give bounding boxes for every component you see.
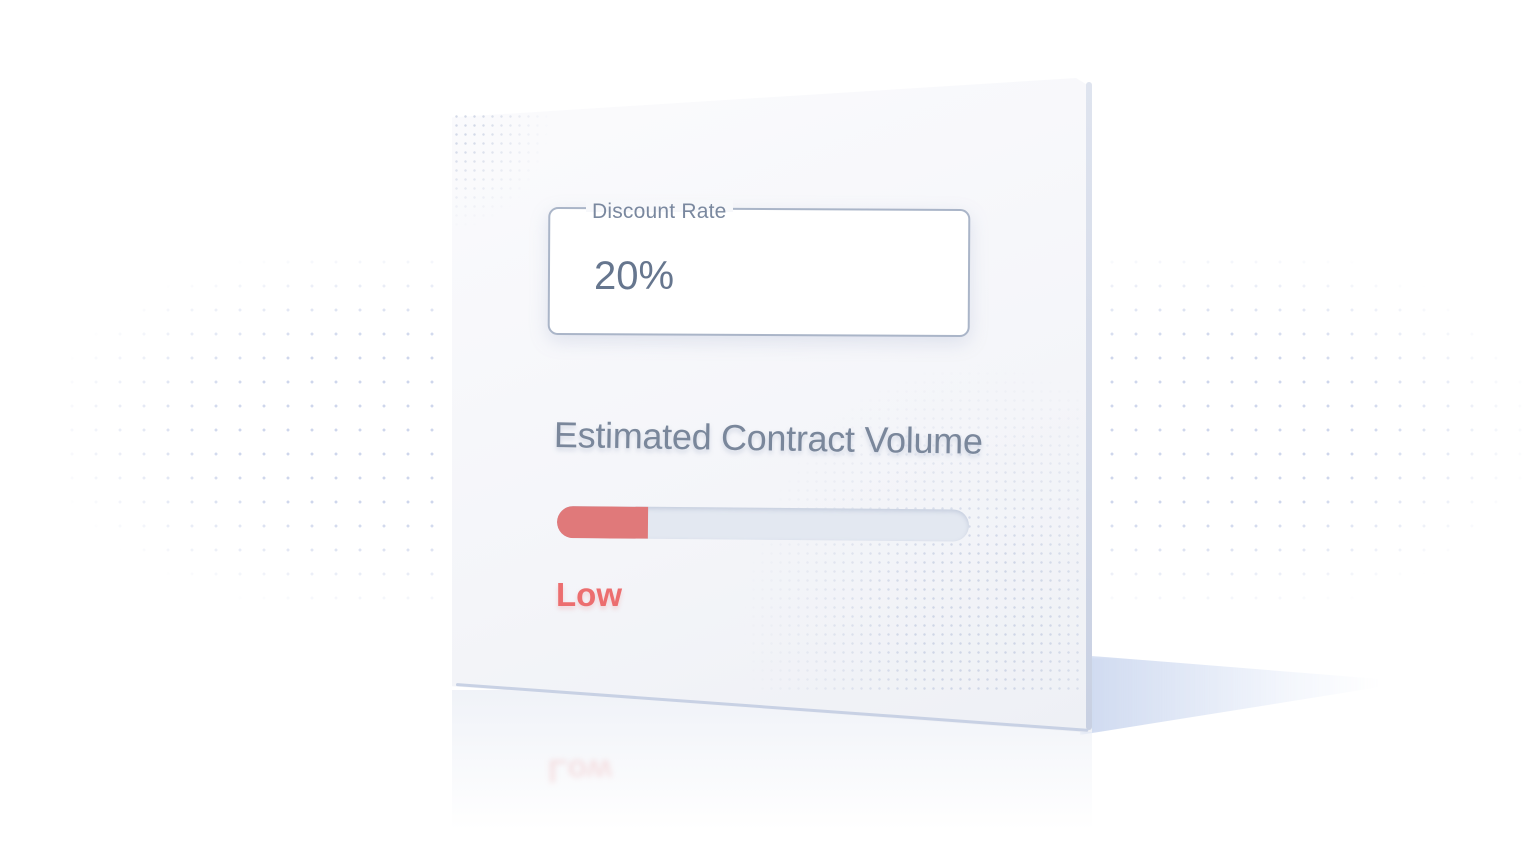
contract-volume-progress: [556, 506, 970, 542]
discount-rate-label: Discount Rate: [586, 200, 733, 224]
contract-volume-title: Estimated Contract Volume: [553, 414, 983, 462]
card-floor-shadow: [1080, 655, 1380, 735]
card-side-edge: [1086, 82, 1092, 730]
contract-volume-progress-fill: [556, 506, 648, 539]
discount-rate-value[interactable]: 20%: [594, 254, 674, 299]
illustration-stage: Low Discount Rate 20% Estimated Contract…: [0, 0, 1522, 866]
dot-pattern-right: [1100, 250, 1522, 610]
card-dot-texture-top: [452, 112, 552, 232]
dot-pattern-left: [60, 250, 450, 610]
level-label-reflection: Low: [548, 753, 612, 789]
contract-volume-level: Low: [556, 576, 622, 613]
